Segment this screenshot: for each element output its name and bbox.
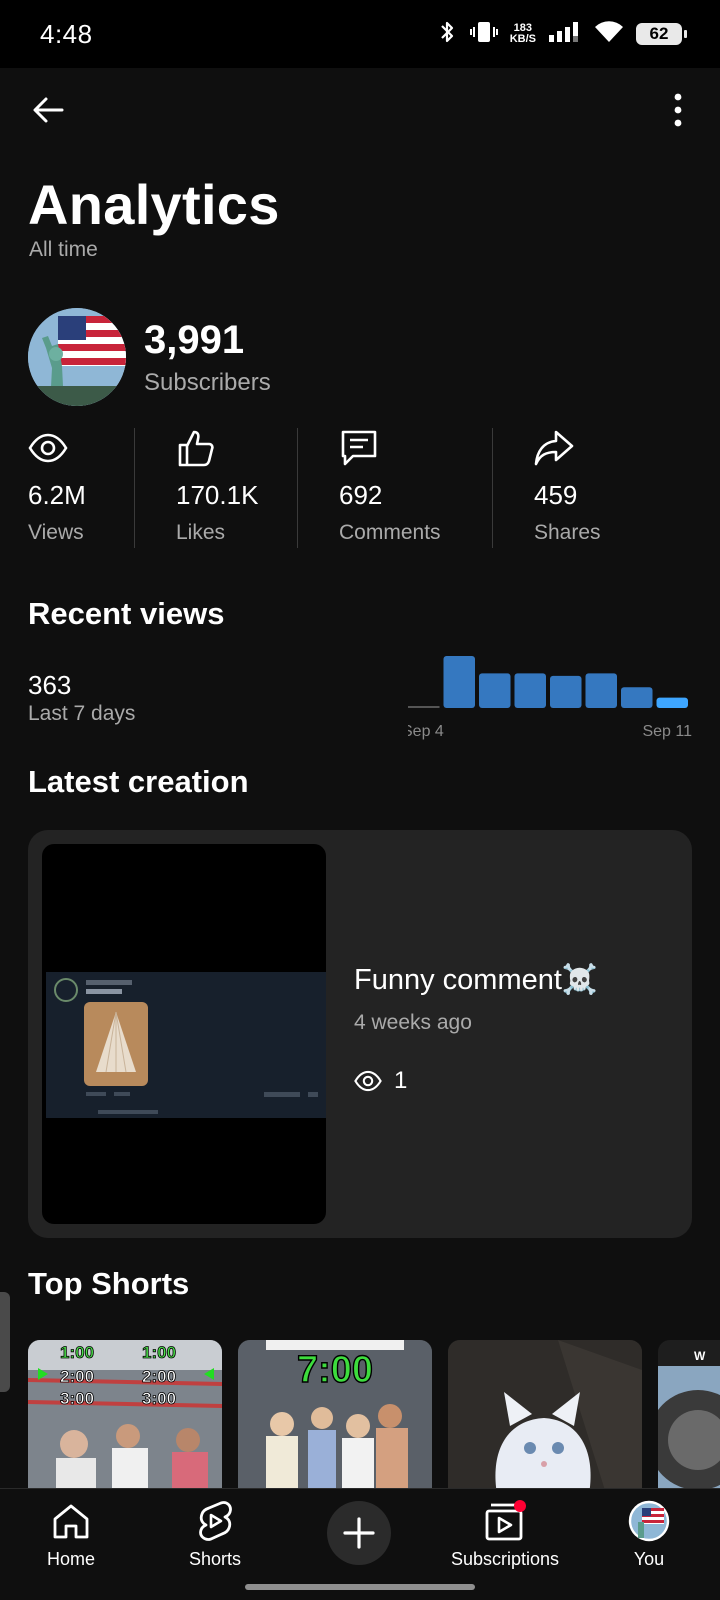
- video-views: 1: [354, 1067, 598, 1095]
- vibrate-icon: [469, 20, 498, 49]
- short-overlay-text: 2:00: [60, 1367, 94, 1386]
- channel-summary: 3,991 Subscribers: [28, 308, 271, 406]
- recent-views-title: Recent views: [28, 596, 225, 631]
- battery-icon: 62: [636, 23, 687, 45]
- chart-bar: [443, 656, 475, 708]
- short-overlay-text: 2:00: [142, 1367, 176, 1386]
- stat-comments[interactable]: 692 Comments: [339, 428, 441, 545]
- thumbnail-screenshot: [46, 972, 326, 1118]
- thumbs-up-icon: [176, 428, 258, 468]
- likes-value: 170.1K: [176, 480, 259, 510]
- video-thumbnail[interactable]: [42, 844, 326, 1224]
- create-button[interactable]: [327, 1501, 391, 1565]
- wifi-icon: [594, 20, 624, 49]
- chart-bar: [408, 706, 440, 708]
- short-thumbnail[interactable]: 1:00 2:00 3:00 1:00 2:00 3:00: [28, 1340, 222, 1488]
- video-title[interactable]: Funny comment☠️: [354, 963, 598, 997]
- video-age: 4 weeks ago: [354, 1011, 472, 1034]
- back-button[interactable]: [26, 88, 70, 132]
- subscriber-stats: 3,991 Subscribers: [144, 318, 271, 397]
- share-icon: [534, 428, 601, 468]
- eye-icon: [28, 428, 86, 468]
- chart-bar: [550, 675, 582, 708]
- more-vert-icon: [674, 93, 682, 127]
- short-overlay-text: 7:00: [297, 1349, 373, 1391]
- short-thumbnail[interactable]: W: [658, 1340, 720, 1488]
- signal-icon: [548, 20, 582, 49]
- network-speed: 183 KB/S: [510, 23, 536, 45]
- lifetime-stats: 6.2M Views 170.1K Likes 692 Comments 459…: [0, 428, 720, 548]
- short-overlay-text: 3:00: [60, 1389, 94, 1408]
- x-start-label: Sep 4: [408, 723, 444, 740]
- divider: [492, 428, 493, 548]
- home-indicator: [245, 1584, 475, 1590]
- short-overlay-text: 1:00: [142, 1343, 176, 1362]
- chart-bar: [479, 673, 511, 708]
- short-overlay-text: 1:00: [60, 1343, 94, 1362]
- short-overlay-text: 3:00: [142, 1389, 176, 1408]
- chart-bar: [585, 673, 617, 708]
- comments-label: Comments: [339, 521, 441, 544]
- recent-views-period: Last 7 days: [28, 702, 136, 725]
- home-icon: [51, 1499, 91, 1543]
- latest-creation-title: Latest creation: [28, 764, 249, 799]
- bluetooth-icon: [438, 20, 458, 49]
- nav-subscriptions[interactable]: Subscriptions: [430, 1499, 580, 1570]
- analytics-screen: 4:48 183 KB/S 62 Analytics All time 3,99…: [0, 0, 720, 1600]
- nav-you-label: You: [633, 1549, 665, 1569]
- status-bar: 4:48 183 KB/S 62: [0, 0, 720, 68]
- stat-views[interactable]: 6.2M Views: [28, 428, 86, 545]
- subscriptions-icon: [483, 1499, 527, 1543]
- comments-value: 692: [339, 480, 383, 510]
- nav-home-label: Home: [46, 1549, 95, 1569]
- views-value: 6.2M: [28, 480, 86, 510]
- app-bar: [0, 80, 720, 140]
- date-range-label: All time: [29, 238, 98, 261]
- shares-label: Shares: [534, 521, 601, 544]
- chart-bar: [656, 697, 688, 708]
- arrow-left-icon: [33, 97, 64, 123]
- likes-label: Likes: [176, 521, 226, 544]
- latest-creation-card[interactable]: Funny comment☠️ 4 weeks ago 1: [28, 830, 692, 1238]
- nav-you[interactable]: You: [574, 1499, 720, 1570]
- shorts-icon: [196, 1499, 234, 1543]
- plus-icon: [343, 1517, 375, 1549]
- short-thumbnail[interactable]: 7:00: [238, 1340, 432, 1488]
- stat-shares[interactable]: 459 Shares: [534, 428, 601, 545]
- x-end-label: Sep 11: [642, 723, 692, 740]
- nav-shorts[interactable]: Shorts: [140, 1499, 290, 1570]
- avatar-icon: [628, 1499, 670, 1543]
- nav-home[interactable]: Home: [0, 1499, 146, 1570]
- status-time: 4:48: [40, 18, 93, 49]
- shares-value: 459: [534, 480, 578, 510]
- top-shorts-carousel[interactable]: 1:00 2:00 3:00 1:00 2:00 3:00 7:00 W: [28, 1340, 720, 1488]
- divider: [134, 428, 135, 548]
- subscriber-label: Subscribers: [144, 368, 271, 396]
- short-thumbnail[interactable]: [448, 1340, 642, 1488]
- stat-likes[interactable]: 170.1K Likes: [176, 428, 258, 545]
- comment-icon: [339, 428, 441, 468]
- eye-icon: [354, 1070, 382, 1092]
- recent-views-count: 363: [28, 670, 72, 700]
- channel-avatar[interactable]: [28, 308, 126, 406]
- video-views-count: 1: [394, 1067, 408, 1094]
- page-title: Analytics: [28, 173, 280, 236]
- chart-bar: [621, 687, 653, 708]
- nav-subscriptions-label: Subscriptions: [450, 1549, 560, 1569]
- recent-views-chart[interactable]: Sep 4 Sep 11: [408, 656, 692, 750]
- divider: [297, 428, 298, 548]
- views-label: Views: [28, 521, 84, 544]
- nav-shorts-label: Shorts: [188, 1549, 242, 1569]
- network-speed-unit: KB/S: [509, 33, 536, 45]
- subscriber-count: 3,991: [144, 317, 245, 362]
- top-shorts-title: Top Shorts: [28, 1266, 190, 1301]
- short-overlay-text: W: [694, 1349, 706, 1363]
- more-options-button[interactable]: [658, 88, 698, 132]
- edge-panel-handle[interactable]: [0, 1292, 10, 1392]
- video-info: Funny comment☠️ 4 weeks ago 1: [354, 963, 598, 1095]
- chart-bar: [514, 673, 546, 708]
- status-icons: 183 KB/S 62: [438, 20, 687, 49]
